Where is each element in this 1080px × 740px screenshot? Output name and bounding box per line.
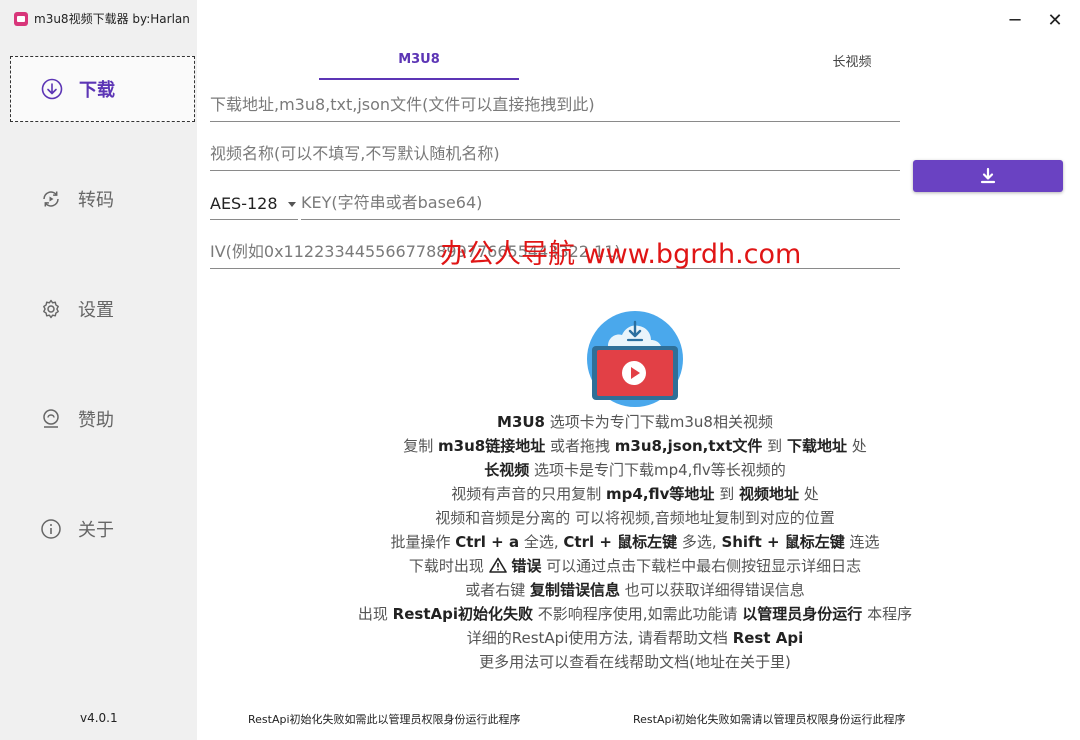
help-line: 下载时出现 错误 可以通过点击下载栏中最右侧按钮显示详细日志 [210, 554, 1060, 578]
help-line: 更多用法可以查看在线帮助文档(地址在关于里) [210, 650, 1060, 674]
help-bold: 长视频 [484, 461, 530, 479]
version-label: v4.0.1 [80, 711, 118, 725]
help-text-part: 选项卡为专门下载m3u8相关视频 [545, 413, 773, 431]
help-bold: 下载地址 [786, 437, 847, 455]
help-text-part: 选项卡是专门下载mp4,flv等长视频的 [529, 461, 786, 479]
help-bold: Shift + 鼠标左键 [721, 533, 845, 551]
transcode-icon [40, 188, 62, 210]
help-text-part: 或者右键 [465, 581, 530, 599]
help-bold: 视频地址 [738, 485, 799, 503]
help-bold: Ctrl + a [455, 533, 520, 551]
help-text-part: 视频有声音的只用复制 [451, 485, 607, 503]
sidebar-item-transcode[interactable]: 转码 [10, 166, 195, 232]
caret-down-icon [288, 202, 296, 207]
help-text-part: 到 [714, 485, 739, 503]
help-line: 视频有声音的只用复制 mp4,flv等地址 到 视频地址 处 [210, 482, 1060, 506]
help-line: M3U8 选项卡为专门下载m3u8相关视频 [210, 410, 1060, 434]
sidebar-item-about[interactable]: 关于 [10, 496, 195, 562]
help-text-part: 或者拖拽 [545, 437, 615, 455]
help-bold: 错误 [511, 557, 542, 575]
help-line: 复制 m3u8链接地址 或者拖拽 m3u8,json,txt文件 到 下载地址 … [210, 434, 1060, 458]
help-text-part: 复制 [403, 437, 439, 455]
help-bold: 以管理员身份运行 [742, 605, 863, 623]
help-text-part: 批量操作 [390, 533, 456, 551]
sponsor-icon [40, 408, 62, 430]
sidebar: m3u8视频下载器 by:Harlan 下载 转码 设置 赞助 关于 v4.0.… [0, 0, 197, 740]
help-bold: RestApi初始化失败 [392, 605, 533, 623]
encryption-select[interactable]: AES-128 [210, 190, 298, 220]
help-bold: Ctrl + 鼠标左键 [563, 533, 678, 551]
gear-icon [40, 298, 62, 320]
help-text-part: 详细的RestApi使用方法, 请看帮助文档 [466, 629, 733, 647]
sidebar-item-label: 转码 [78, 190, 114, 211]
help-text-part: 也可以获取详细得错误信息 [620, 581, 805, 599]
help-line: 或者右键 复制错误信息 也可以获取详细得错误信息 [210, 578, 1060, 602]
help-text-part: 多选, [677, 533, 722, 551]
sidebar-item-download[interactable]: 下载 [10, 56, 195, 122]
sidebar-item-label: 设置 [78, 300, 114, 321]
sidebar-item-label: 下载 [79, 80, 115, 101]
encryption-select-value: AES-128 [210, 194, 278, 213]
help-bold: m3u8,json,txt文件 [614, 437, 763, 455]
help-text-part: 到 [762, 437, 787, 455]
help-text-part: 更多用法可以查看在线帮助文档(地址在关于里) [479, 653, 791, 671]
help-line: 批量操作 Ctrl + a 全选, Ctrl + 鼠标左键 多选, Shift … [210, 530, 1060, 554]
help-bold: mp4,flv等地址 [606, 485, 715, 503]
help-text-part: 视频和音频是分离的 可以将视频,音频地址复制到对应的位置 [435, 509, 835, 527]
help-line: 视频和音频是分离的 可以将视频,音频地址复制到对应的位置 [210, 506, 1060, 530]
watermark-text: 办公人导航 www.bgrdh.com [440, 239, 802, 270]
help-text-part: 下载时出现 [408, 557, 489, 575]
help-text-part: 连选 [844, 533, 880, 551]
help-text-part: 不影响程序使用,如需此功能请 [532, 605, 743, 623]
help-line: 长视频 选项卡是专门下载mp4,flv等长视频的 [210, 458, 1060, 482]
sidebar-item-settings[interactable]: 设置 [10, 276, 195, 342]
tab-long-video[interactable]: 长视频 [752, 40, 952, 80]
sidebar-item-label: 赞助 [78, 410, 114, 431]
sidebar-item-label: 关于 [78, 520, 114, 541]
info-icon [40, 518, 62, 540]
help-line: 出现 RestApi初始化失败 不影响程序使用,如需此功能请 以管理员身份运行 … [210, 602, 1060, 626]
help-bold: m3u8链接地址 [438, 437, 546, 455]
sidebar-item-sponsor[interactable]: 赞助 [10, 386, 195, 452]
help-line: 详细的RestApi使用方法, 请看帮助文档 Rest Api [210, 626, 1060, 650]
help-text: M3U8 选项卡为专门下载m3u8相关视频 复制 m3u8链接地址 或者拖拽 m… [210, 410, 1060, 674]
help-text-part: 处 [798, 485, 819, 503]
download-button[interactable] [913, 160, 1063, 192]
window-title-bar: m3u8视频下载器 by:Harlan [14, 10, 190, 27]
window-title: m3u8视频下载器 by:Harlan [34, 12, 190, 26]
help-bold: Rest Api [732, 629, 804, 647]
help-text-part: 处 [846, 437, 867, 455]
tab-m3u8[interactable]: M3U8 [319, 40, 519, 80]
help-bold: M3U8 [497, 413, 545, 431]
help-text-part: 全选, [519, 533, 564, 551]
help-bold: 复制错误信息 [529, 581, 620, 599]
status-right: RestApi初始化失败如需请以管理员权限身份运行此程序 [633, 713, 906, 726]
help-text-part: 本程序 [862, 605, 913, 623]
warning-icon [488, 557, 507, 573]
help-text-part: 出现 [357, 605, 393, 623]
close-button[interactable]: ✕ [1043, 8, 1067, 32]
help-text-part: 可以通过点击下载栏中最右侧按钮显示详细日志 [541, 557, 862, 575]
status-left: RestApi初始化失败如需此以管理员权限身份运行此程序 [248, 713, 521, 726]
minimize-button[interactable]: ─ [1003, 8, 1027, 32]
download-circle-icon [41, 78, 63, 100]
video-download-illustration [586, 310, 684, 408]
video-name-input[interactable]: 视频名称(可以不填写,不写默认随机名称) [210, 135, 900, 171]
download-url-input[interactable]: 下载地址,m3u8,txt,json文件(文件可以直接拖拽到此) [210, 86, 900, 122]
download-arrow-icon [980, 167, 996, 184]
key-input[interactable]: KEY(字符串或者base64) [301, 184, 900, 220]
app-logo-icon [14, 11, 28, 26]
